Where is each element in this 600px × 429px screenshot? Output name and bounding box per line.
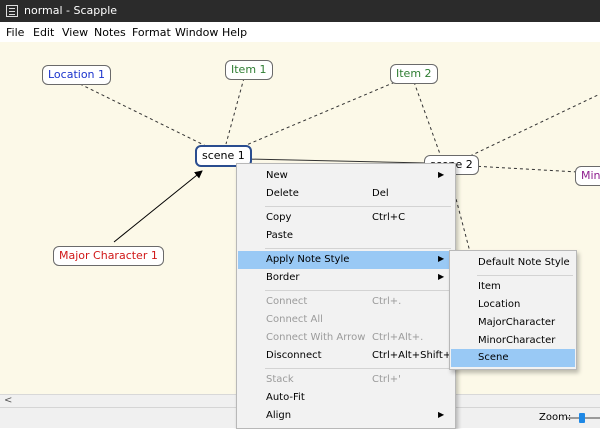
menu-bar: File Edit View Notes Format Window Help (0, 22, 600, 43)
style-default-note-style[interactable]: Default Note Style (451, 254, 575, 272)
menu-item-copy[interactable]: Copy Ctrl+C (238, 209, 454, 227)
note-major-character-1[interactable]: Major Character 1 (53, 246, 164, 266)
menu-item-border[interactable]: Border ▶ (238, 269, 454, 287)
menu-item-new[interactable]: New ▶ (238, 167, 454, 185)
menu-notes[interactable]: Notes (94, 26, 126, 39)
link-location1-scene1 (79, 83, 211, 149)
zoom-slider-thumb[interactable] (579, 413, 585, 423)
submenu-arrow-icon: ▶ (438, 254, 445, 263)
menu-item-connect-with-arrow: Connect With Arrow Ctrl+Alt+. (266, 332, 424, 343)
menu-item-connect: Connect Ctrl+. (266, 296, 402, 307)
app-icon (6, 5, 18, 17)
note-item-2[interactable]: Item 2 (390, 64, 438, 84)
context-menu: New ▶ Delete Del Copy Ctrl+C Paste Apply No… (236, 163, 456, 429)
menu-item-stack: Stack Ctrl+' (266, 374, 401, 385)
note-minor-character[interactable]: Minor (575, 166, 600, 186)
link-item2-scene1 (243, 79, 401, 147)
note-location-1[interactable]: Location 1 (42, 65, 112, 85)
title-bar: normal - Scapple (0, 0, 600, 22)
style-scene[interactable]: Scene (451, 349, 575, 367)
link-scene2-minor (471, 165, 579, 173)
link-scene2-topright (469, 93, 600, 157)
scroll-left-icon[interactable]: < (4, 395, 12, 406)
menu-item-delete[interactable]: Delete Del (238, 185, 454, 203)
link-item2-scene2 (413, 81, 441, 155)
menu-file[interactable]: File (6, 26, 24, 39)
menu-item-apply-note-style[interactable]: Apply Note Style ▶ (238, 251, 454, 269)
menu-item-auto-fit[interactable]: Auto-Fit (238, 389, 454, 407)
menu-item-align[interactable]: Align ▶ (238, 407, 454, 425)
link-item1-scene1 (225, 77, 245, 145)
menu-view[interactable]: View (62, 26, 88, 39)
submenu-arrow-icon: ▶ (438, 170, 445, 179)
menu-item-disconnect[interactable]: Disconnect Ctrl+Alt+Shift+. (238, 347, 454, 365)
link-major1-scene1 (113, 170, 203, 243)
style-major-character[interactable]: MajorCharacter (451, 314, 575, 332)
menu-item-connect-all: Connect All (266, 314, 323, 325)
menu-format[interactable]: Format (132, 26, 171, 39)
menu-window[interactable]: Window (175, 26, 218, 39)
note-style-submenu: Default Note Style Item Location MajorCh… (449, 250, 577, 370)
style-item[interactable]: Item (451, 278, 575, 296)
menu-help[interactable]: Help (222, 26, 247, 39)
menu-item-paste[interactable]: Paste (238, 227, 454, 245)
window-title: normal - Scapple (24, 4, 118, 17)
zoom-slider[interactable] (567, 413, 600, 423)
menu-edit[interactable]: Edit (33, 26, 54, 39)
submenu-arrow-icon: ▶ (438, 410, 445, 419)
note-item-1[interactable]: Item 1 (225, 60, 273, 80)
style-location[interactable]: Location (451, 296, 575, 314)
submenu-arrow-icon: ▶ (438, 272, 445, 281)
style-minor-character[interactable]: MinorCharacter (451, 332, 575, 350)
